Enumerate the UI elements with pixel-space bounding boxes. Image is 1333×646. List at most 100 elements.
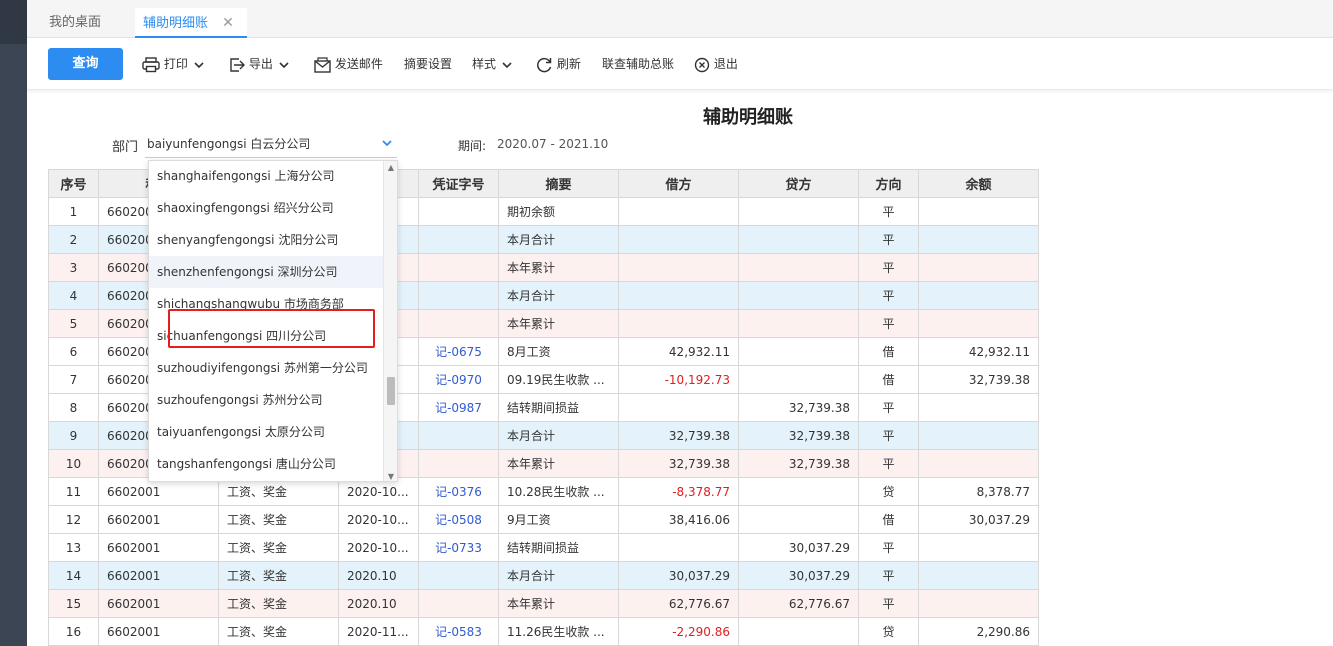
table-row[interactable]: 15 6602001 工资、奖金 2020.10 本年累计 62,776.67 62,776… (48, 589, 1039, 618)
cell-direction: 平 (858, 449, 919, 478)
scroll-up-icon[interactable]: ▲ (384, 163, 397, 172)
period-value: 2020.07 - 2021.10 (497, 137, 609, 151)
cell-direction: 平 (858, 197, 919, 226)
dropdown-option[interactable]: shaoxingfengongsi 绍兴分公司 (149, 192, 385, 224)
export-button[interactable]: 导出 (229, 38, 289, 90)
cell-debit (618, 281, 739, 310)
cell-account-code: 6602001 (98, 533, 219, 562)
summary-settings-button[interactable]: 摘要设置 (404, 38, 452, 90)
voucher-link (418, 253, 499, 282)
voucher-link[interactable]: 记-0583 (418, 617, 499, 646)
cell-summary: 本月合计 (498, 421, 619, 450)
page-title: 辅助明细账 (703, 107, 793, 128)
cell-debit: -10,192.73 (618, 365, 739, 394)
tab-aux-detail-ledger[interactable]: 辅助明细账 ✕ (135, 8, 247, 38)
dropdown-option[interactable]: shenyangfengongsi 沈阳分公司 (149, 224, 385, 256)
dropdown-option[interactable]: suzhoufengongsi 苏州分公司 (149, 384, 385, 416)
query-button[interactable]: 查询 (48, 48, 123, 80)
table-row[interactable]: 13 6602001 工资、奖金 2020-10... 记-0733 结转期间损益 30,0… (48, 533, 1039, 562)
dropdown-option[interactable]: tangshanfengongsi 唐山分公司 (149, 448, 385, 480)
voucher-link[interactable]: 记-0376 (418, 477, 499, 506)
table-row[interactable]: 12 6602001 工资、奖金 2020-10... 记-0508 9月工资 38,416… (48, 505, 1039, 534)
cell-summary: 本月合计 (498, 561, 619, 590)
voucher-link (418, 197, 499, 226)
scrollbar-thumb[interactable] (387, 377, 395, 405)
send-mail-button[interactable]: 发送邮件 (314, 38, 383, 90)
chevron-down-icon[interactable] (381, 130, 393, 158)
cell-account-code: 6602001 (98, 561, 219, 590)
voucher-link[interactable]: 记-0970 (418, 365, 499, 394)
style-label: 样式 (472, 57, 497, 71)
dropdown-option[interactable]: suzhoudiyifengongsi 苏州第一分公司 (149, 352, 385, 384)
cell-summary: 本年累计 (498, 449, 619, 478)
voucher-link (418, 225, 499, 254)
cell-seq: 4 (48, 281, 99, 310)
voucher-link[interactable]: 记-0733 (418, 533, 499, 562)
cell-balance: 30,037.29 (918, 505, 1039, 534)
cell-balance: 8,378.77 (918, 477, 1039, 506)
cell-direction: 借 (858, 337, 919, 366)
cell-account-name: 工资、奖金 (218, 561, 339, 590)
tab-label: 我的桌面 (49, 15, 102, 30)
cell-credit (738, 309, 859, 338)
cell-summary: 本年累计 (498, 309, 619, 338)
dropdown-scrollbar[interactable]: ▲ ▼ (383, 161, 397, 481)
dropdown-option[interactable]: taiyuanfengongsi 太原分公司 (149, 416, 385, 448)
dropdown-option[interactable]: shenzhenfengongsi 深圳分公司 (149, 256, 385, 288)
printer-icon (142, 56, 164, 72)
style-button[interactable]: 样式 (472, 38, 512, 90)
voucher-link (418, 589, 499, 618)
cell-debit (618, 225, 739, 254)
dept-select-value: baiyunfengongsi 白云分公司 (147, 137, 311, 151)
cell-debit: 30,037.29 (618, 561, 739, 590)
app-main: 我的桌面 辅助明细账 ✕ 查询 打印 导出 发送邮件 摘要设置 样式 刷新 联查… (27, 0, 1333, 646)
cell-direction: 贷 (858, 477, 919, 506)
voucher-link[interactable]: 记-0987 (418, 393, 499, 422)
left-sidebar-strip (0, 0, 27, 646)
dept-select[interactable]: baiyunfengongsi 白云分公司 (145, 130, 397, 158)
cell-seq: 10 (48, 449, 99, 478)
summary-settings-label: 摘要设置 (404, 57, 453, 71)
cell-summary: 8月工资 (498, 337, 619, 366)
cell-credit: 32,739.38 (738, 393, 859, 422)
cell-balance (918, 561, 1039, 590)
cell-direction: 平 (858, 533, 919, 562)
refresh-button[interactable]: 刷新 (536, 38, 581, 90)
cell-date: 2020-10... (338, 505, 419, 534)
cell-direction: 平 (858, 309, 919, 338)
chevron-down-icon (194, 38, 204, 90)
cell-seq: 9 (48, 421, 99, 450)
tab-close-icon[interactable]: ✕ (222, 15, 234, 31)
refresh-icon (536, 57, 557, 72)
highlight-box (168, 309, 375, 348)
scroll-down-icon[interactable]: ▼ (384, 472, 397, 481)
table-row[interactable]: 16 6602001 工资、奖金 2020-11... 记-0583 11.26民生收款 … (48, 617, 1039, 646)
table-row[interactable]: 14 6602001 工资、奖金 2020.10 本月合计 30,037.29 30,037… (48, 561, 1039, 590)
voucher-link[interactable]: 记-0675 (418, 337, 499, 366)
print-button[interactable]: 打印 (142, 38, 204, 90)
cell-summary: 结转期间损益 (498, 533, 619, 562)
cell-summary: 本年累计 (498, 253, 619, 282)
cell-direction: 平 (858, 225, 919, 254)
cell-balance (918, 533, 1039, 562)
chevron-down-icon (502, 38, 512, 90)
cell-seq: 5 (48, 309, 99, 338)
cell-date: 2020-10... (338, 533, 419, 562)
cell-seq: 16 (48, 617, 99, 646)
cell-direction: 平 (858, 393, 919, 422)
cell-seq: 12 (48, 505, 99, 534)
cell-seq: 8 (48, 393, 99, 422)
tab-my-desktop[interactable]: 我的桌面 (49, 8, 145, 38)
cell-direction: 平 (858, 421, 919, 450)
tab-bar: 我的桌面 辅助明细账 ✕ (27, 0, 1333, 38)
cell-balance (918, 309, 1039, 338)
refresh-label: 刷新 (556, 57, 581, 71)
cell-direction: 平 (858, 281, 919, 310)
dropdown-option[interactable]: shanghaifengongsi 上海分公司 (149, 161, 385, 192)
voucher-link[interactable]: 记-0508 (418, 505, 499, 534)
exit-button[interactable]: 退出 (694, 38, 738, 90)
cell-balance (918, 393, 1039, 422)
cell-credit (738, 197, 859, 226)
cell-debit: -8,378.77 (618, 477, 739, 506)
linked-query-button[interactable]: 联查辅助总账 (602, 38, 674, 90)
